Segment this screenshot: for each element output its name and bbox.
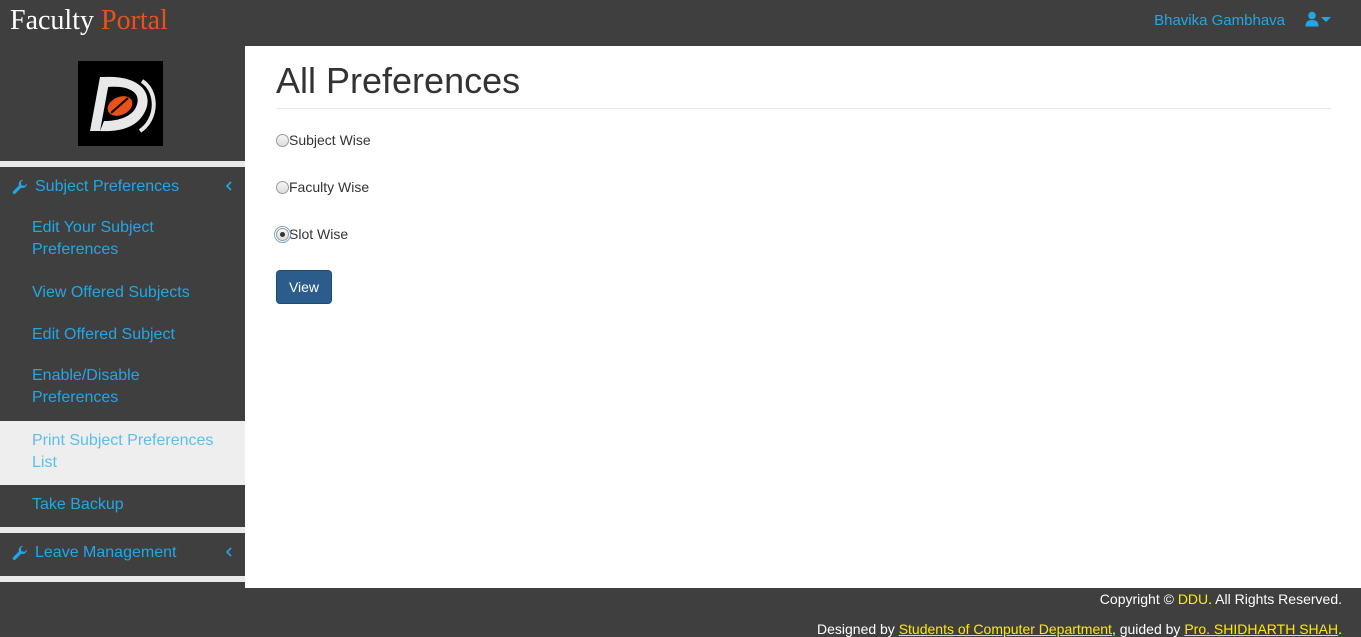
radio-slot-wise[interactable] bbox=[274, 225, 291, 243]
designed-suffix: . bbox=[1338, 621, 1342, 637]
sidebar-item-enable-disable-preferences[interactable]: Enable/Disable Preferences bbox=[0, 365, 245, 409]
option-faculty-wise[interactable]: Faculty Wise bbox=[276, 179, 369, 195]
user-menu-toggle[interactable] bbox=[1305, 11, 1331, 27]
caret-down-icon bbox=[1321, 17, 1331, 22]
wrench-icon bbox=[12, 179, 27, 194]
radio-faculty-wise[interactable] bbox=[276, 180, 289, 194]
sidebar-item-print-subject-preferences-list[interactable]: Print Subject Preferences List bbox=[0, 421, 245, 485]
option-label: Faculty Wise bbox=[289, 179, 370, 195]
top-navbar: Faculty Portal Bhavika Gambhava bbox=[0, 0, 1361, 46]
chevron-left-icon bbox=[225, 181, 232, 191]
sidebar-section-label: Leave Management bbox=[35, 544, 177, 561]
option-label: Subject Wise bbox=[289, 132, 371, 148]
sidebar-item-edit-offered-subject[interactable]: Edit Offered Subject bbox=[0, 324, 245, 346]
students-link[interactable]: Students of Computer Department bbox=[899, 621, 1112, 637]
copyright-suffix: . All Rights Reserved. bbox=[1208, 591, 1342, 607]
designed-mid: , guided by bbox=[1111, 621, 1185, 637]
designed-prefix: Designed by bbox=[816, 621, 899, 637]
main-content: All Preferences Subject Wise Faculty Wis… bbox=[245, 46, 1361, 588]
chevron-left-icon bbox=[225, 547, 232, 557]
option-subject-wise[interactable]: Subject Wise bbox=[276, 132, 371, 148]
guide-link[interactable]: Pro. SHIDHARTH SHAH bbox=[1184, 621, 1338, 637]
page-title: All Preferences bbox=[276, 60, 521, 101]
sidebar-item-take-backup[interactable]: Take Backup bbox=[0, 494, 245, 516]
ddu-logo bbox=[78, 61, 163, 146]
copyright-prefix: Copyright © bbox=[1099, 591, 1178, 607]
sidebar-item-view-offered-subjects[interactable]: View Offered Subjects bbox=[0, 282, 245, 304]
sidebar-section-subject-preferences[interactable]: Subject Preferences bbox=[0, 167, 245, 207]
option-slot-wise[interactable]: Slot Wise bbox=[274, 225, 349, 243]
view-button[interactable]: View bbox=[276, 270, 332, 304]
brand-word-faculty: Faculty bbox=[10, 5, 94, 36]
sidebar-section-leave-management[interactable]: Leave Management bbox=[0, 533, 245, 573]
sidebar: Subject Preferences Edit Your Subject Pr… bbox=[0, 46, 245, 588]
user-icon bbox=[1305, 11, 1319, 27]
sidebar-divider bbox=[0, 576, 245, 582]
radio-subject-wise[interactable] bbox=[276, 133, 289, 147]
sidebar-section-label: Subject Preferences bbox=[35, 178, 180, 195]
brand-title[interactable]: Faculty Portal bbox=[10, 4, 168, 38]
ddu-link[interactable]: DDU bbox=[1178, 591, 1208, 607]
user-name-link[interactable]: Bhavika Gambhava bbox=[1154, 12, 1285, 30]
option-label: Slot Wise bbox=[289, 226, 349, 242]
sidebar-item-edit-your-subject-preferences[interactable]: Edit Your Subject Preferences bbox=[0, 217, 245, 261]
copyright-text: Copyright © DDU. All Rights Reserved. bbox=[1100, 591, 1342, 607]
brand-word-portal: Portal bbox=[101, 5, 168, 36]
footer: Copyright © DDU. All Rights Reserved. De… bbox=[0, 588, 1361, 637]
wrench-icon bbox=[12, 545, 27, 560]
title-divider bbox=[276, 108, 1331, 109]
designed-by-text: Designed by Students of Computer Departm… bbox=[817, 621, 1342, 637]
